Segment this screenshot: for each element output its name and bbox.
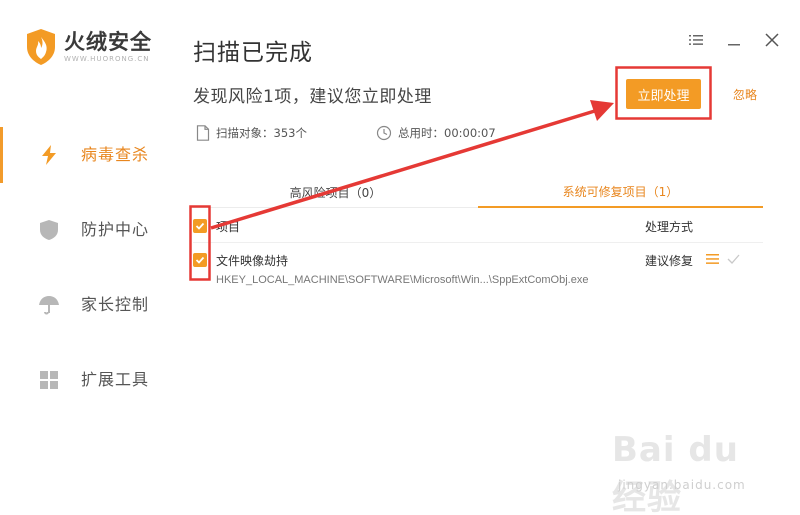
scan-summary: 发现风险1项，建议您立即处理 — [193, 87, 432, 107]
row-method: 建议修复 — [645, 254, 694, 268]
check-icon — [195, 222, 205, 230]
registry-path: HKEY_LOCAL_MACHINE\SOFTWARE\Microsoft\Wi… — [216, 274, 589, 286]
umbrella-icon — [39, 296, 59, 315]
fix-check-icon[interactable] — [727, 253, 740, 265]
scanned-count: 扫描对象：353个 — [196, 125, 307, 141]
column-header-item: 项目 — [216, 220, 241, 234]
scan-duration: 总用时：00:00:07 — [376, 125, 496, 141]
row-checkbox[interactable] — [193, 253, 207, 267]
select-all-checkbox[interactable] — [193, 219, 207, 233]
sidebar-item-label: 扩展工具 — [81, 370, 150, 389]
sidebar-item-parental[interactable]: 家长控制 — [0, 277, 170, 333]
table-row: 文件映像劫持 建议修复 — [193, 251, 763, 271]
lightning-icon — [42, 145, 56, 165]
check-icon — [195, 256, 205, 264]
app-name: 火绒安全 — [64, 30, 152, 54]
active-indicator — [0, 127, 3, 183]
handle-now-button[interactable]: 立即处理 — [626, 79, 701, 109]
minimize-icon — [728, 44, 740, 46]
row-item-name: 文件映像劫持 — [216, 254, 289, 268]
app-logo: 火绒安全 WWW.HUORONG.CN — [24, 28, 152, 66]
sidebar-item-tools[interactable]: 扩展工具 — [0, 352, 170, 408]
column-header-method: 处理方式 — [645, 220, 694, 234]
watermark-url: jingyan.baidu.com — [618, 478, 746, 492]
annotation-arrow-head — [590, 100, 614, 121]
scanned-count-text: 扫描对象：353个 — [216, 126, 307, 140]
sidebar-item-label: 病毒查杀 — [81, 145, 150, 164]
menu-icon — [689, 35, 703, 45]
ignore-link[interactable]: 忽略 — [733, 86, 757, 103]
document-icon — [196, 125, 210, 141]
sidebar-item-virus-scan[interactable]: 病毒查杀 — [0, 127, 170, 183]
sidebar-item-protection[interactable]: 防护中心 — [0, 202, 170, 258]
tab-system-fixable[interactable]: 系统可修复项目（1） — [478, 177, 763, 208]
baidu-watermark: Bai du 经验 jingyan.baidu.com — [612, 430, 762, 515]
close-button[interactable] — [762, 30, 782, 50]
result-tabs: 高风险项目（0） 系统可修复项目（1） — [193, 177, 763, 208]
table-header: 项目 处理方式 — [193, 216, 763, 236]
sidebar-item-label: 家长控制 — [81, 295, 150, 314]
flame-logo-icon — [27, 29, 55, 65]
menu-button[interactable] — [686, 30, 706, 50]
tab-high-risk[interactable]: 高风险项目（0） — [193, 177, 478, 208]
clock-icon — [376, 125, 392, 141]
page-title: 扫描已完成 — [193, 40, 313, 66]
shield-icon — [40, 220, 58, 240]
sidebar: 火绒安全 WWW.HUORONG.CN 病毒查杀 防护中心 家长控制 扩展工具 — [0, 0, 170, 515]
close-icon — [765, 33, 779, 47]
minimize-button[interactable] — [724, 30, 744, 50]
scan-duration-text: 总用时：00:00:07 — [398, 126, 496, 140]
app-domain: WWW.HUORONG.CN — [64, 55, 150, 63]
details-list-icon[interactable] — [706, 253, 719, 265]
grid-icon — [40, 371, 58, 389]
watermark-brand: Bai du 经验 — [612, 430, 739, 515]
sidebar-item-label: 防护中心 — [81, 220, 150, 239]
app-window: 火绒安全 WWW.HUORONG.CN 病毒查杀 防护中心 家长控制 扩展工具 … — [0, 0, 800, 515]
